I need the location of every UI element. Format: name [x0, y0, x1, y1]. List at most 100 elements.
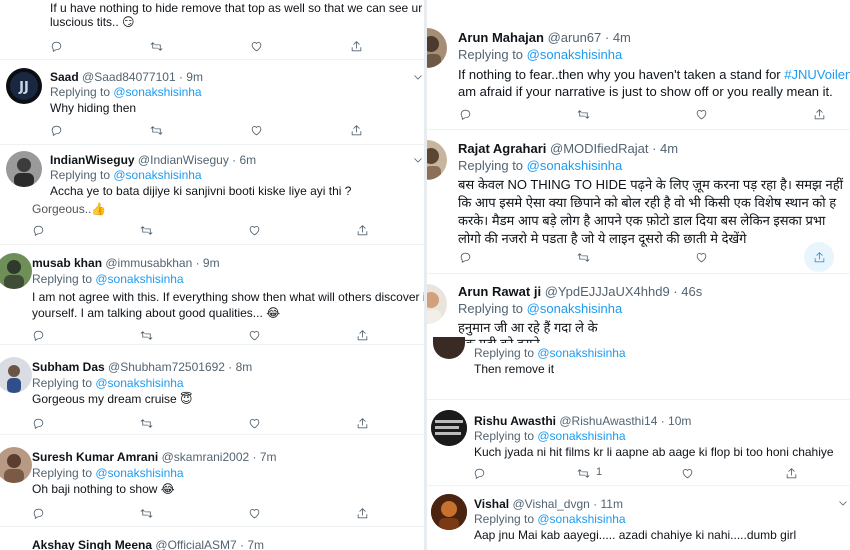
tweet-saad[interactable]: JJ Saad @Saad84077101 · 9m Replying to @…: [0, 60, 424, 145]
mention-link[interactable]: @sonakshisinha: [95, 376, 183, 390]
retweet-icon[interactable]: [138, 505, 154, 521]
share-icon[interactable]: [354, 327, 370, 343]
like-icon[interactable]: [246, 327, 262, 343]
share-icon[interactable]: [348, 38, 364, 54]
retweet-icon[interactable]: [148, 38, 164, 54]
retweet-icon[interactable]: [138, 415, 154, 431]
tweet-actions: [48, 38, 368, 54]
share-icon[interactable]: [348, 122, 364, 138]
share-icon[interactable]: [354, 222, 370, 238]
user-name[interactable]: Arun Mahajan: [458, 30, 544, 45]
mention-link[interactable]: @sonakshisinha: [113, 168, 201, 182]
retweet-icon[interactable]: [575, 465, 591, 481]
like-icon[interactable]: [693, 106, 709, 122]
tweet-arun-rawat-ji[interactable]: Arun Rawat ji @YpdEJJJaUX4hhd9 · 46s Rep…: [427, 274, 850, 400]
user-name[interactable]: Saad: [50, 70, 79, 84]
mention-link[interactable]: @sonakshisinha: [95, 272, 183, 286]
user-name[interactable]: Subham Das: [32, 360, 105, 374]
share-icon[interactable]: [354, 505, 370, 521]
chevron-down-icon[interactable]: [412, 153, 424, 165]
avatar[interactable]: [0, 447, 32, 483]
mention-link[interactable]: @sonakshisinha: [537, 346, 625, 360]
like-icon[interactable]: [246, 415, 262, 431]
mention-link[interactable]: @sonakshisinha: [95, 466, 183, 480]
avatar[interactable]: [431, 494, 467, 530]
mention-link[interactable]: @sonakshisinha: [113, 85, 201, 99]
user-name[interactable]: Rishu Awasthi: [474, 414, 556, 428]
retweet-icon[interactable]: [148, 122, 164, 138]
share-icon[interactable]: [811, 106, 827, 122]
share-icon[interactable]: [811, 249, 827, 265]
reply-icon[interactable]: [48, 122, 64, 138]
avatar[interactable]: [6, 151, 42, 187]
user-name[interactable]: Arun Rawat ji: [458, 284, 541, 299]
tweet-arun-mahajan[interactable]: Arun Mahajan @arun67 · 4m Replying to @s…: [427, 0, 850, 130]
tweet-subham-das[interactable]: Subham Das @Shubham72501692 · 8m Replyin…: [0, 345, 424, 435]
share-icon[interactable]: [783, 465, 799, 481]
like-icon[interactable]: [248, 38, 264, 54]
tweet-suresh-kumar-amrani[interactable]: Suresh Kumar Amrani @skamrani2002 · 7m R…: [0, 435, 424, 527]
user-handle[interactable]: @Vishal_dvgn · 11m: [512, 497, 622, 511]
user-handle[interactable]: @MODIfiedRajat · 4m: [550, 141, 678, 156]
reply-icon[interactable]: [30, 415, 46, 431]
retweet-icon[interactable]: [575, 249, 591, 265]
mention-link[interactable]: @sonakshisinha: [527, 158, 623, 173]
user-handle[interactable]: @YpdEJJJaUX4hhd9 · 46s: [545, 284, 703, 299]
user-name[interactable]: Suresh Kumar Amrani: [32, 450, 158, 464]
avatar[interactable]: [427, 284, 447, 324]
mention-link[interactable]: @sonakshisinha: [527, 47, 623, 62]
tweet-indianwiseguy[interactable]: IndianWiseguy @IndianWiseguy · 6m Replyi…: [0, 145, 424, 245]
mention-link[interactable]: @sonakshisinha: [527, 301, 623, 316]
user-handle[interactable]: @arun67 · 4m: [548, 30, 631, 45]
like-icon[interactable]: [679, 465, 695, 481]
avatar[interactable]: [431, 410, 467, 446]
user-name[interactable]: IndianWiseguy: [50, 153, 135, 167]
tweet-vishal[interactable]: Vishal @Vishal_dvgn · 11m Replying to @s…: [427, 486, 850, 550]
reply-icon[interactable]: [30, 222, 46, 238]
tweet-rishu-awasthi[interactable]: Rishu Awasthi @RishuAwasthi14 · 10m Repl…: [427, 400, 850, 486]
reply-icon[interactable]: [48, 38, 64, 54]
chevron-down-icon[interactable]: [412, 70, 424, 82]
user-handle[interactable]: @skamrani2002 · 7m: [162, 450, 277, 464]
replying-to: Replying to @sonakshisinha: [458, 158, 623, 173]
reply-icon[interactable]: [30, 505, 46, 521]
tweet-0[interactable]: If u have nothing to hide remove that to…: [0, 0, 424, 60]
avatar[interactable]: JJ: [6, 68, 42, 104]
like-icon[interactable]: [246, 222, 262, 238]
mention-link[interactable]: @sonakshisinha: [537, 429, 625, 443]
user-handle[interactable]: @OfficialASM7 · 7m: [155, 538, 264, 550]
user-handle[interactable]: @RishuAwasthi14 · 10m: [559, 414, 691, 428]
tweet-musab-khan[interactable]: musab khan @immusabkhan · 9m Replying to…: [0, 245, 424, 345]
like-icon[interactable]: [248, 122, 264, 138]
user-handle[interactable]: @Saad84077101 · 9m: [82, 70, 203, 84]
avatar[interactable]: [0, 253, 32, 289]
chevron-down-icon[interactable]: [837, 496, 849, 508]
reply-icon[interactable]: [471, 465, 487, 481]
avatar[interactable]: [433, 337, 465, 359]
retweet-icon[interactable]: [138, 222, 154, 238]
avatar[interactable]: [427, 140, 447, 180]
avatar[interactable]: [427, 28, 447, 68]
reply-icon[interactable]: [457, 249, 473, 265]
tweet-akshay-singh-meena[interactable]: Akshay Singh Meena @OfficialASM7 · 7m: [0, 527, 424, 550]
like-icon[interactable]: [246, 505, 262, 521]
reply-icon[interactable]: [457, 106, 473, 122]
overlapped-tweet[interactable]: Replying to @sonakshisinha Then remove i…: [427, 337, 850, 399]
reply-icon[interactable]: [30, 327, 46, 343]
tweet-rajat-agrahari[interactable]: Rajat Agrahari @MODIfiedRajat · 4m Reply…: [427, 130, 850, 274]
retweet-icon[interactable]: [575, 106, 591, 122]
tweet-text: Oh baji nothing to show 😂: [32, 482, 175, 496]
user-name[interactable]: Rajat Agrahari: [458, 141, 546, 156]
like-icon[interactable]: [693, 249, 709, 265]
share-icon[interactable]: [354, 415, 370, 431]
retweet-icon[interactable]: [138, 327, 154, 343]
user-name[interactable]: musab khan: [32, 256, 102, 270]
mention-link[interactable]: @sonakshisinha: [537, 512, 625, 526]
user-name[interactable]: Akshay Singh Meena: [32, 538, 152, 550]
hashtag-link[interactable]: #JNUVoilen: [784, 67, 850, 82]
user-handle[interactable]: @immusabkhan · 9m: [105, 256, 219, 270]
user-handle[interactable]: @Shubham72501692 · 8m: [108, 360, 252, 374]
avatar[interactable]: [0, 357, 32, 393]
user-name[interactable]: Vishal: [474, 497, 509, 511]
user-handle[interactable]: @IndianWiseguy · 6m: [138, 153, 256, 167]
